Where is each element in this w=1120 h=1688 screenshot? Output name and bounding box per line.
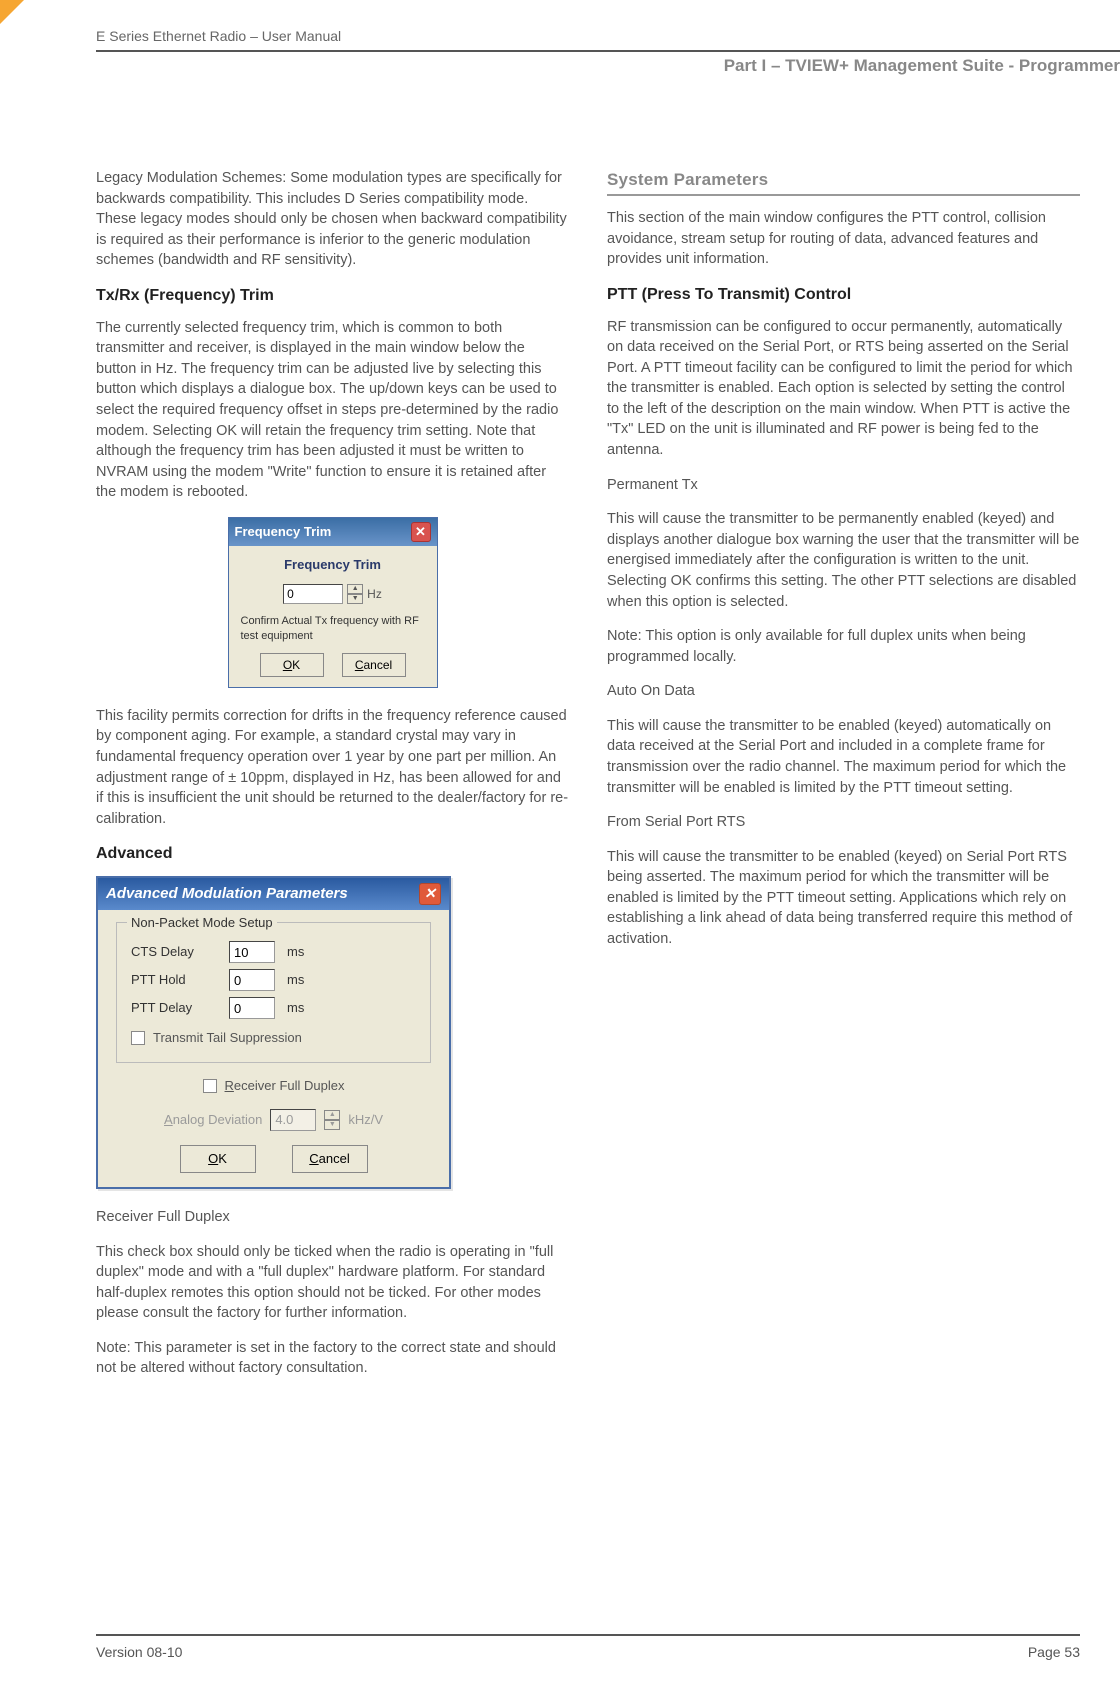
auto-on-data-subheading: Auto On Data [607, 681, 1080, 702]
dialog-titlebar: Frequency Trim ✕ [229, 518, 437, 546]
ok-button[interactable]: OK [260, 653, 324, 677]
spinner-icon: ▲▼ [324, 1110, 340, 1130]
cancel-button[interactable]: Cancel [342, 653, 406, 677]
analog-deviation-unit: kHz/V [348, 1111, 383, 1129]
close-icon[interactable]: ✕ [419, 883, 441, 905]
right-column: System Parameters This section of the ma… [607, 168, 1080, 1393]
part-title: Part I – TVIEW+ Management Suite - Progr… [724, 56, 1120, 76]
ms-unit: ms [287, 971, 304, 989]
advanced-modulation-dialog: Advanced Modulation Parameters ✕ Non-Pac… [96, 876, 451, 1189]
dialog-title-text: Advanced Modulation Parameters [106, 883, 348, 904]
frequency-trim-unit: Hz [367, 586, 382, 603]
left-column: Legacy Modulation Schemes: Some modulati… [96, 168, 569, 1393]
auto-on-data-text: This will cause the transmitter to be en… [607, 716, 1080, 798]
ptt-delay-label: PTT Delay [131, 999, 221, 1017]
doc-title: E Series Ethernet Radio – User Manual [96, 28, 1120, 44]
from-serial-port-rts-subheading: From Serial Port RTS [607, 812, 1080, 833]
receiver-full-duplex-subheading: Receiver Full Duplex [96, 1207, 569, 1228]
heading-ptt-control: PTT (Press To Transmit) Control [607, 284, 1080, 307]
analog-deviation-label: Analog Deviation [164, 1111, 262, 1129]
system-parameters-text: This section of the main window configur… [607, 208, 1080, 270]
dialog-titlebar: Advanced Modulation Parameters ✕ [98, 878, 449, 910]
legacy-modulation-text: Legacy Modulation Schemes: Some modulati… [96, 168, 569, 271]
ptt-delay-input[interactable] [229, 997, 275, 1019]
from-serial-port-rts-text: This will cause the transmitter to be en… [607, 847, 1080, 950]
dialog-title-text: Frequency Trim [235, 523, 332, 541]
txrx-trim-text-1: The currently selected frequency trim, w… [96, 318, 569, 503]
heading-txrx-trim: Tx/Rx (Frequency) Trim [96, 285, 569, 308]
close-icon[interactable]: ✕ [411, 522, 431, 542]
analog-deviation-input [270, 1109, 316, 1131]
page-corner-accent [0, 0, 24, 24]
frequency-trim-hint: Confirm Actual Tx frequency with RF test… [241, 614, 425, 643]
receiver-full-duplex-checkbox[interactable] [203, 1079, 217, 1093]
heading-system-parameters: System Parameters [607, 168, 1080, 196]
receiver-full-duplex-text-1: This check box should only be ticked whe… [96, 1242, 569, 1324]
cancel-button[interactable]: Cancel [292, 1145, 368, 1173]
spinner-icon[interactable]: ▲▼ [347, 584, 363, 604]
ok-button[interactable]: OK [180, 1145, 256, 1173]
ms-unit: ms [287, 943, 304, 961]
receiver-full-duplex-text-2: Note: This parameter is set in the facto… [96, 1338, 569, 1379]
permanent-tx-note: Note: This option is only available for … [607, 626, 1080, 667]
permanent-tx-text: This will cause the transmitter to be pe… [607, 509, 1080, 612]
header-rule [96, 50, 1120, 52]
receiver-full-duplex-label: Receiver Full Duplex [225, 1077, 345, 1095]
ptt-hold-label: PTT Hold [131, 971, 221, 989]
txrx-trim-text-2: This facility permits correction for dri… [96, 706, 569, 829]
ptt-control-text: RF transmission can be configured to occ… [607, 317, 1080, 461]
nonpacket-fieldset: Non-Packet Mode Setup CTS Delay ms PTT H… [116, 922, 431, 1062]
cts-delay-input[interactable] [229, 941, 275, 963]
footer-rule [96, 1634, 1080, 1636]
ptt-hold-input[interactable] [229, 969, 275, 991]
frequency-trim-dialog: Frequency Trim ✕ Frequency Trim ▲▼ Hz Co… [228, 517, 438, 688]
ms-unit: ms [287, 999, 304, 1017]
permanent-tx-subheading: Permanent Tx [607, 475, 1080, 496]
nonpacket-legend: Non-Packet Mode Setup [127, 914, 277, 932]
heading-advanced: Advanced [96, 843, 569, 866]
page-footer: Version 08-10 Page 53 [96, 1634, 1080, 1660]
version-label: Version 08-10 [96, 1644, 182, 1660]
transmit-tail-suppression-label: Transmit Tail Suppression [153, 1029, 302, 1047]
cts-delay-label: CTS Delay [131, 943, 221, 961]
frequency-trim-label: Frequency Trim [241, 556, 425, 574]
frequency-trim-input[interactable] [283, 584, 343, 604]
page-number: Page 53 [1028, 1644, 1080, 1660]
transmit-tail-suppression-checkbox[interactable] [131, 1031, 145, 1045]
